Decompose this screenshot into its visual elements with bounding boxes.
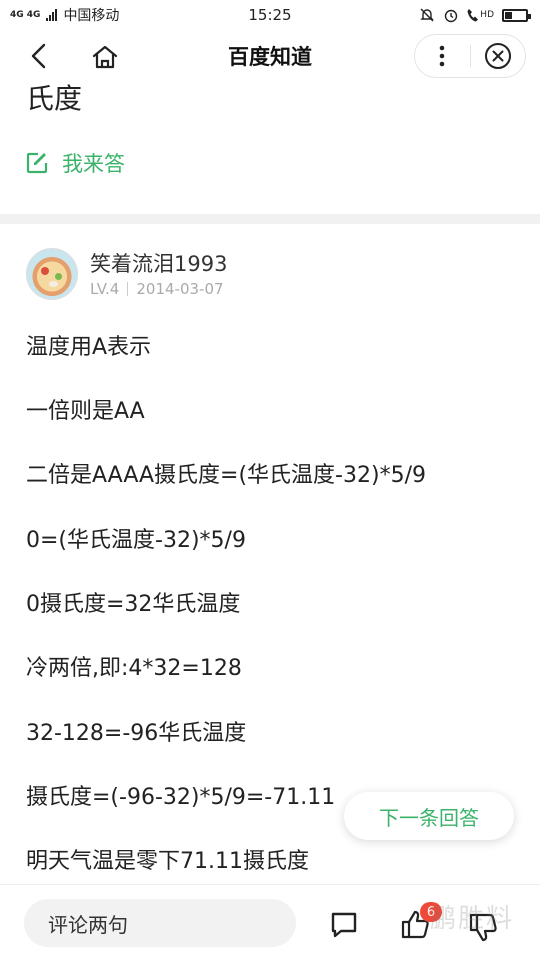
answer-line: 摄氏度=(-96-32)*5/9=-71.11	[26, 785, 336, 810]
mute-bell-icon	[420, 8, 434, 22]
answer-line: 温度用A表示	[26, 335, 152, 360]
home-button[interactable]	[88, 40, 122, 74]
question-title-tail: 氏度	[26, 82, 83, 115]
answer-this-label: 我来答	[62, 152, 125, 176]
home-icon	[92, 45, 118, 69]
carrier-name: 中国移动	[63, 8, 120, 24]
mini-program-capsule	[414, 34, 526, 78]
answer-line: 32-128=-96华氏温度	[26, 721, 247, 746]
answer-date: 2014-03-07	[136, 279, 224, 298]
answer-this-button[interactable]: 我来答	[26, 148, 125, 178]
comment-input[interactable]: 评论两句	[24, 899, 296, 947]
status-bar: 4G 4G 中国移动 15:25 HD	[0, 0, 540, 30]
comment-button[interactable]	[326, 907, 362, 943]
like-count-badge: 6	[420, 902, 442, 922]
next-answer-button[interactable]: 下一条回答	[344, 792, 514, 840]
author-meta: LV.4 2014-03-07	[90, 280, 227, 298]
answer-line: 一倍则是AA	[26, 399, 145, 424]
author-info: 笑着流泪1993 LV.4 2014-03-07	[90, 251, 227, 298]
avatar[interactable]	[26, 248, 78, 300]
author-level: LV.4	[90, 279, 120, 298]
avatar-detail	[49, 281, 58, 287]
hd-label: HD	[480, 10, 494, 20]
edit-icon	[26, 152, 48, 174]
back-button[interactable]	[22, 40, 54, 72]
battery-icon	[502, 8, 531, 22]
avatar-detail	[41, 267, 49, 275]
author-name[interactable]: 笑着流泪1993	[90, 251, 227, 277]
answer-line: 0摄氏度=32华氏温度	[26, 592, 241, 617]
answer-line: 0=(华氏温度-32)*5/9	[26, 528, 246, 553]
status-left: 4G 4G 中国移动	[10, 5, 119, 25]
phone-icon	[467, 9, 479, 22]
close-button[interactable]	[470, 35, 525, 77]
answer-author[interactable]: 笑着流泪1993 LV.4 2014-03-07	[26, 248, 227, 300]
answer-line: 明天气温是零下71.11摄氏度	[26, 849, 309, 874]
hd-call-indicator: HD	[467, 8, 494, 22]
more-vertical-icon	[439, 45, 445, 67]
chevron-left-icon	[31, 43, 46, 69]
avatar-detail	[55, 273, 62, 280]
status-right: HD	[419, 7, 531, 23]
meta-divider	[127, 281, 129, 296]
alarm-icon	[445, 9, 458, 23]
comment-icon	[331, 912, 357, 938]
section-divider	[0, 214, 540, 224]
answer-line: 冷两倍,即:4*32=128	[26, 656, 242, 681]
dislike-button[interactable]	[466, 909, 502, 947]
thumbs-down-icon	[469, 913, 497, 942]
more-button[interactable]	[415, 35, 470, 77]
nav-bar: 百度知道	[0, 30, 540, 82]
answer-line: 二倍是AAAA摄氏度=(华氏温度-32)*5/9	[26, 463, 426, 488]
close-circle-icon	[484, 43, 511, 69]
signal-icon	[46, 9, 58, 21]
bottom-bar: 评论两句	[0, 884, 540, 960]
network-type: 4G 4G	[10, 9, 41, 20]
